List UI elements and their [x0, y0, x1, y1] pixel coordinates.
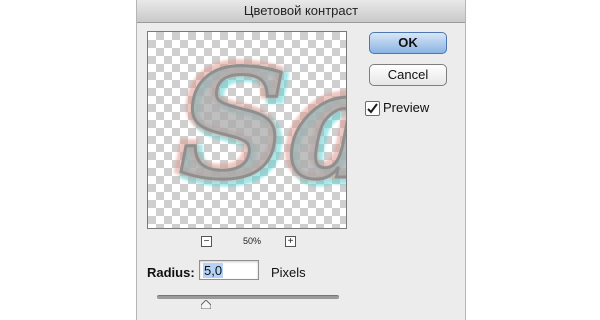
cancel-button[interactable]: Cancel [369, 64, 447, 86]
ok-button[interactable]: OK [369, 32, 447, 54]
preview-text: Sa [179, 37, 346, 213]
preview-area[interactable]: Sa Sa Sa [147, 31, 347, 229]
preview-image: Sa Sa Sa [173, 32, 347, 221]
zoom-out-icon[interactable]: − [201, 236, 212, 247]
zoom-level: 50% [242, 236, 261, 246]
radius-input[interactable]: 5,0 [199, 260, 259, 280]
preview-label[interactable]: Preview [383, 100, 429, 115]
radius-value: 5,0 [203, 263, 224, 278]
slider-thumb-icon[interactable] [201, 300, 212, 309]
preview-checkbox[interactable] [365, 101, 380, 116]
radius-label: Radius: [147, 265, 195, 280]
checkmark-icon [367, 103, 378, 114]
zoom-in-icon[interactable]: + [285, 236, 296, 247]
radius-slider[interactable] [157, 295, 339, 299]
high-pass-dialog: Цветовой контраст Sa Sa Sa OK Cancel Pre… [136, 0, 466, 320]
dialog-title: Цветовой контраст [137, 0, 465, 23]
radius-units: Pixels [271, 265, 306, 280]
